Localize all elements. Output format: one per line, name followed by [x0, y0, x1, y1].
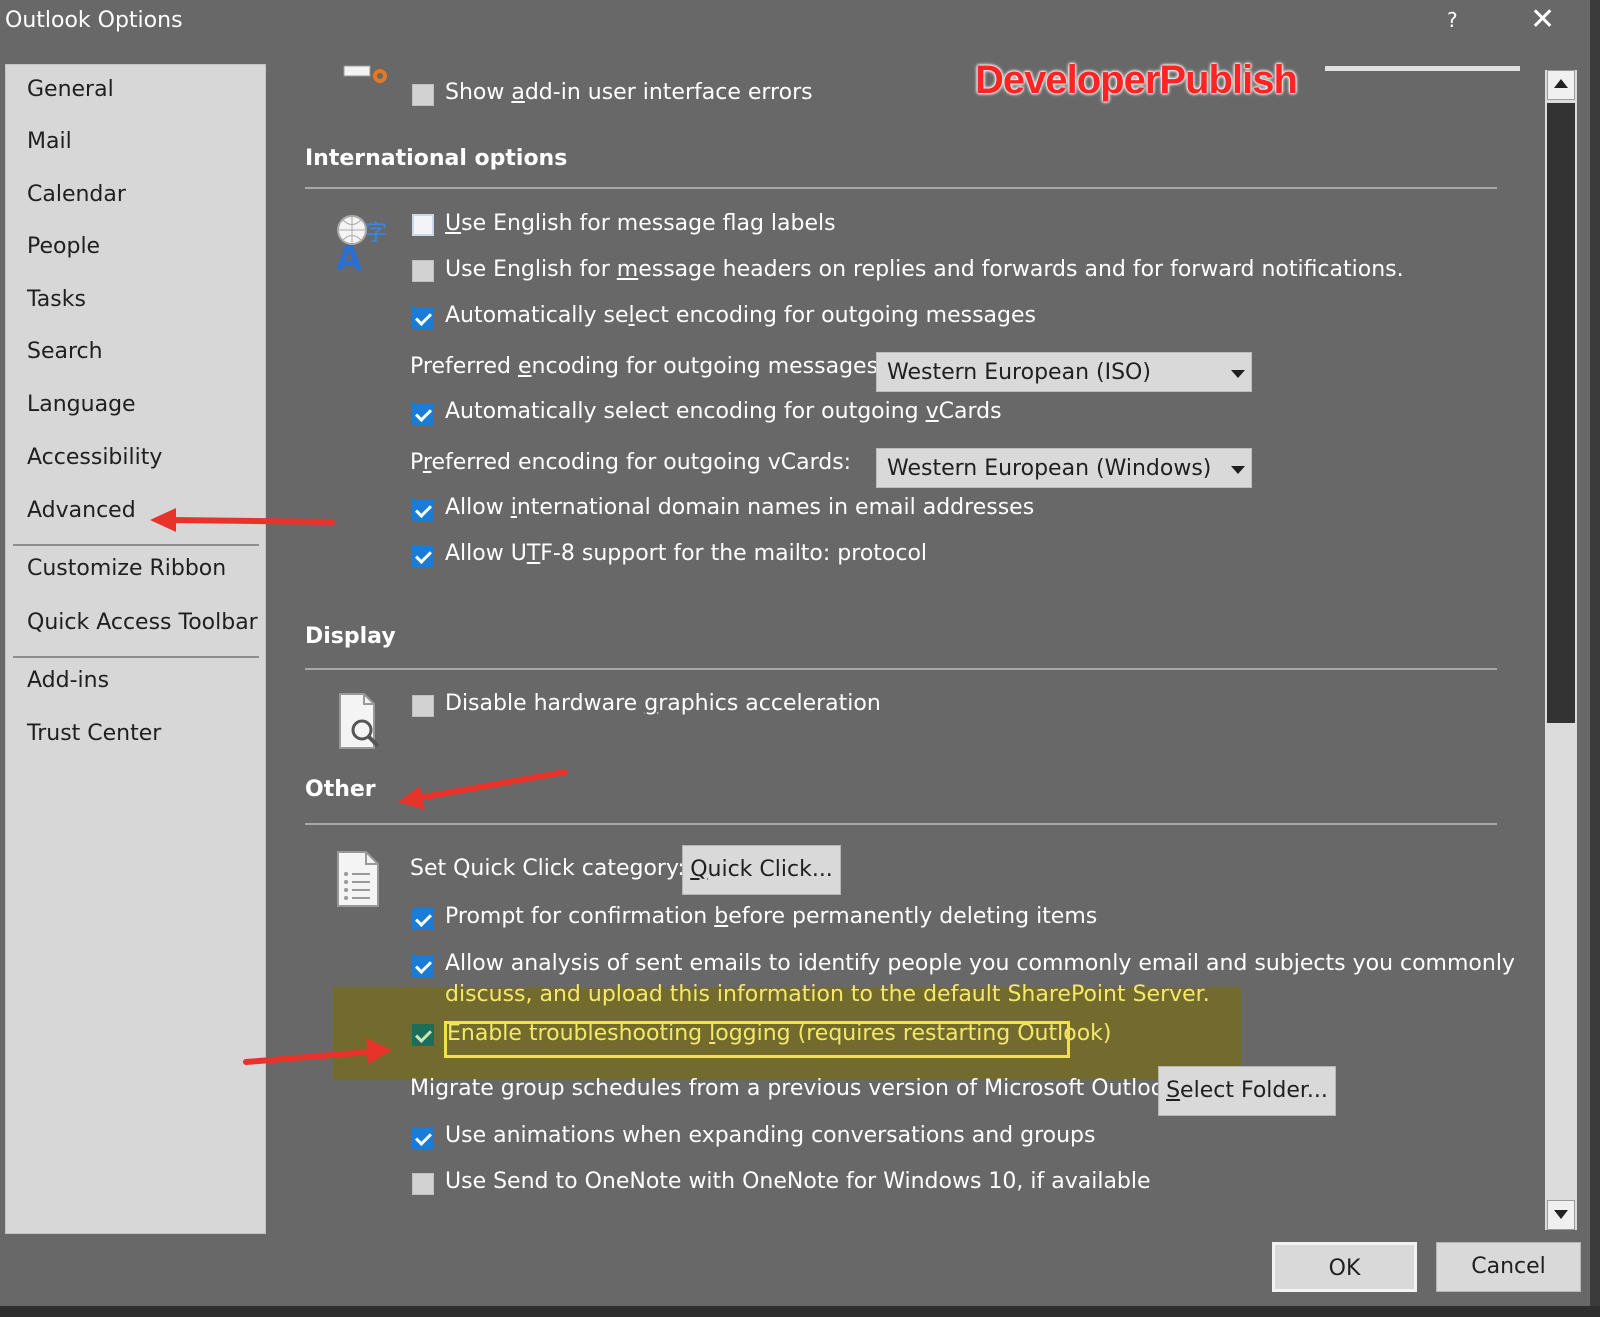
nav-item-customize-ribbon[interactable]: Customize Ribbon: [27, 556, 226, 581]
help-button[interactable]: ?: [1447, 8, 1458, 32]
scroll-down-arrow-icon[interactable]: [1547, 1200, 1575, 1230]
preferred-vcards-dropdown[interactable]: Western European (Windows): [876, 448, 1252, 488]
show-addin-errors-checkbox[interactable]: [412, 84, 434, 106]
nav-item-tasks[interactable]: Tasks: [27, 287, 86, 312]
quick-click-label: Set Quick Click category:: [410, 856, 685, 881]
nav-item-general[interactable]: General: [27, 77, 114, 102]
intl-domains-label: Allow international domain names in emai…: [445, 495, 1034, 520]
section-divider: [305, 187, 1497, 189]
nav-item-search[interactable]: Search: [27, 339, 103, 364]
migrate-schedules-label: Migrate group schedules from a previous …: [410, 1076, 1184, 1101]
nav-item-accessibility[interactable]: Accessibility: [27, 445, 162, 470]
cancel-button[interactable]: Cancel: [1436, 1242, 1581, 1292]
preferred-encoding-dropdown[interactable]: Western European (ISO): [876, 352, 1252, 392]
prompt-delete-checkbox[interactable]: [412, 908, 434, 930]
animations-checkbox[interactable]: [412, 1127, 434, 1149]
preferred-vcards-value: Western European (Windows): [887, 456, 1211, 481]
document-list-icon: [336, 850, 382, 914]
title-bar: Outlook Options ? ✕: [0, 0, 1590, 46]
english-headers-checkbox[interactable]: [412, 260, 434, 282]
auto-vcards-checkbox[interactable]: [412, 403, 434, 425]
nav-divider: [13, 544, 259, 546]
outlook-options-dialog: Outlook Options ? ✕ General Mail Calenda…: [0, 0, 1590, 1306]
international-globe-icon: A字: [332, 212, 394, 280]
section-heading-display: Display: [305, 624, 396, 649]
troubleshooting-logging-checkbox[interactable]: [412, 1024, 434, 1046]
section-divider: [305, 823, 1497, 825]
top-divider: [1325, 66, 1520, 71]
english-flag-labels-checkbox[interactable]: [412, 214, 434, 236]
quick-click-button[interactable]: Quick Click...: [682, 845, 841, 895]
nav-item-language[interactable]: Language: [27, 392, 136, 417]
auto-encoding-label: Automatically select encoding for outgoi…: [445, 303, 1036, 328]
background-strip: [0, 1306, 1600, 1317]
english-flag-labels-label: Use English for message flag labels: [445, 211, 836, 236]
close-button[interactable]: ✕: [1530, 2, 1555, 37]
chevron-down-icon: [1231, 466, 1245, 474]
nav-item-mail[interactable]: Mail: [27, 129, 72, 154]
utf8-mailto-checkbox[interactable]: [412, 545, 434, 567]
show-addin-errors-label: Show add-in user interface errors: [445, 80, 813, 105]
nav-item-people[interactable]: People: [27, 234, 100, 259]
utf8-mailto-label: Allow UTF-8 support for the mailto: prot…: [445, 541, 927, 566]
disable-hw-accel-label: Disable hardware graphics acceleration: [445, 691, 881, 716]
svg-text:字: 字: [365, 221, 387, 246]
allow-analysis-label-line2: discuss, and upload this information to …: [445, 982, 1210, 1007]
window-title: Outlook Options: [5, 8, 183, 33]
select-folder-button[interactable]: Select Folder...: [1158, 1066, 1336, 1116]
allow-analysis-checkbox[interactable]: [412, 955, 434, 977]
nav-item-trust-center[interactable]: Trust Center: [27, 721, 161, 746]
ok-button[interactable]: OK: [1272, 1242, 1417, 1292]
english-headers-label: Use English for message headers on repli…: [445, 257, 1404, 282]
nav-item-quick-access-toolbar[interactable]: Quick Access Toolbar: [27, 610, 258, 635]
intl-domains-checkbox[interactable]: [412, 499, 434, 521]
annotation-highlight-box: [444, 1021, 1070, 1058]
watermark-logo: DeveloperPublish: [975, 58, 1297, 103]
addin-gear-icon: [342, 64, 394, 94]
preferred-encoding-value: Western European (ISO): [887, 360, 1151, 385]
section-heading-other: Other: [305, 777, 376, 802]
nav-item-calendar[interactable]: Calendar: [27, 182, 126, 207]
auto-vcards-label: Automatically select encoding for outgoi…: [445, 399, 1002, 424]
send-to-onenote-checkbox[interactable]: [412, 1173, 434, 1195]
section-divider: [305, 668, 1497, 670]
section-heading-international: International options: [305, 146, 567, 171]
preferred-vcards-label: Preferred encoding for outgoing vCards:: [410, 450, 851, 475]
animations-label: Use animations when expanding conversati…: [445, 1123, 1095, 1148]
nav-item-add-ins[interactable]: Add-ins: [27, 668, 109, 693]
allow-analysis-label-line1: Allow analysis of sent emails to identif…: [445, 951, 1515, 976]
scroll-up-arrow-icon[interactable]: [1547, 70, 1575, 100]
send-to-onenote-label: Use Send to OneNote with OneNote for Win…: [445, 1169, 1151, 1194]
auto-encoding-checkbox[interactable]: [412, 307, 434, 329]
prompt-delete-label: Prompt for confirmation before permanent…: [445, 904, 1097, 929]
preferred-encoding-label: Preferred encoding for outgoing messages…: [410, 354, 885, 379]
svg-text:A: A: [336, 239, 363, 274]
scrollbar-thumb[interactable]: [1547, 103, 1575, 723]
nav-divider: [13, 656, 259, 658]
nav-item-advanced[interactable]: Advanced: [27, 498, 136, 523]
options-nav: General Mail Calendar People Tasks Searc…: [5, 64, 266, 1234]
document-search-icon: [336, 692, 390, 758]
chevron-down-icon: [1231, 370, 1245, 378]
disable-hw-accel-checkbox[interactable]: [412, 695, 434, 717]
